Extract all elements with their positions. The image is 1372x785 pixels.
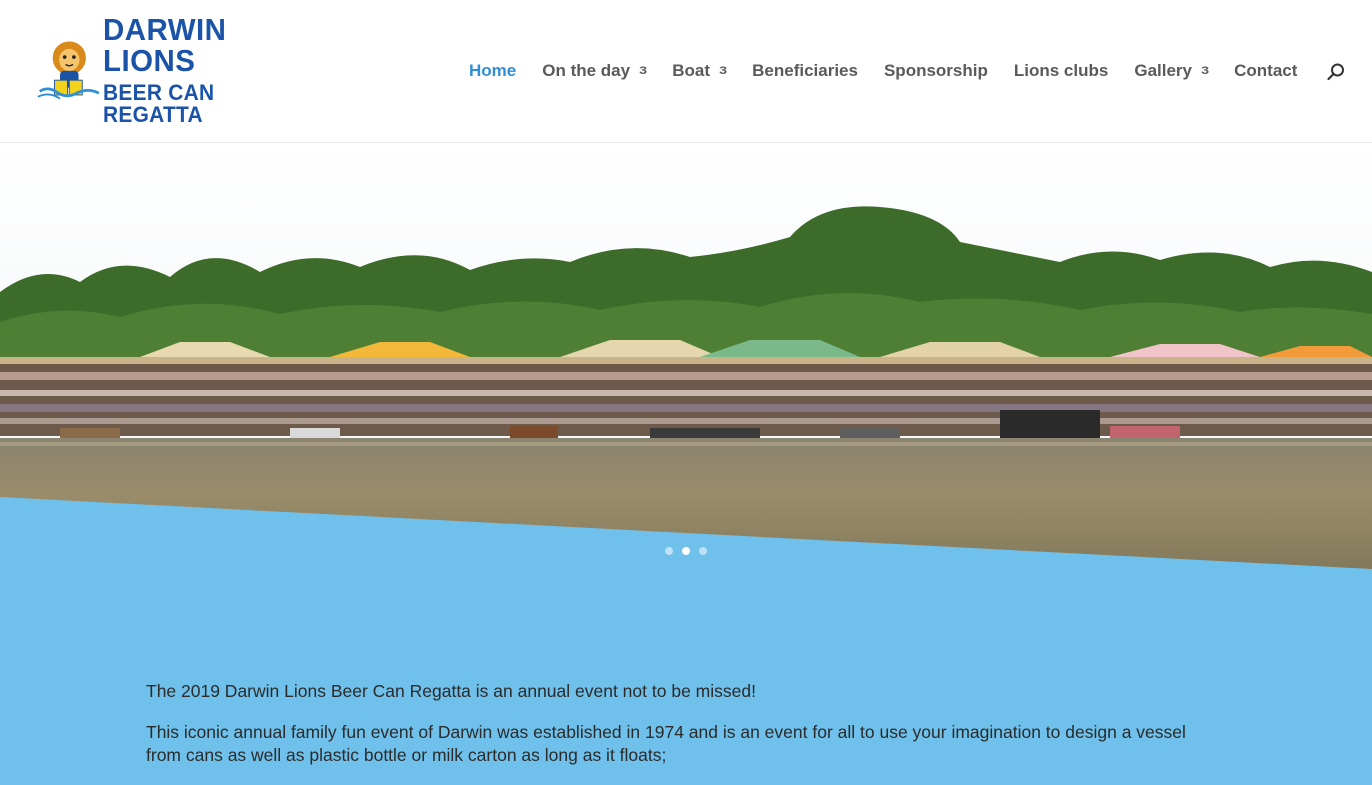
nav-item-label: Boat <box>672 61 710 80</box>
nav-item-sponsorship[interactable]: Sponsorship <box>884 61 988 81</box>
logo-title: DARWIN LIONS <box>102 12 226 78</box>
logo-text: DARWIN LIONS BEER CAN REGATTA <box>103 14 321 126</box>
nav-item-contact[interactable]: Contact <box>1234 61 1297 81</box>
slider-dot[interactable] <box>699 547 707 555</box>
hero-slider[interactable] <box>0 142 1372 582</box>
slider-dot[interactable] <box>665 547 673 555</box>
nav-item-label: On the day <box>542 61 631 80</box>
nav-item-on-the-day[interactable]: On the day 3 <box>542 61 648 81</box>
nav-item-lions-clubs[interactable]: Lions clubs <box>1014 61 1108 81</box>
nav-item-label: Lions clubs <box>1013 61 1109 80</box>
nav-item-boat[interactable]: Boat 3 <box>672 61 728 81</box>
description-paragraph: This iconic annual family fun event of D… <box>146 722 1186 765</box>
search-icon[interactable] <box>1326 62 1346 82</box>
nav-item-label: Beneficiaries <box>752 61 858 80</box>
chevron-down-icon: 3 <box>1201 65 1210 77</box>
chevron-down-icon: 3 <box>719 65 728 77</box>
site-logo[interactable]: DARWIN LIONS BEER CAN REGATTA <box>36 14 321 126</box>
slider-pagination <box>665 547 707 555</box>
nav-item-gallery[interactable]: Gallery 3 <box>1134 61 1210 81</box>
intro-paragraph: The 2019 Darwin Lions Beer Can Regatta i… <box>146 681 756 701</box>
nav-item-label: Home <box>469 61 517 80</box>
nav-item-home[interactable]: Home <box>469 61 516 81</box>
nav-item-label: Sponsorship <box>883 61 988 80</box>
intro-content: The 2019 Darwin Lions Beer Can Regatta i… <box>146 680 1216 785</box>
logo-subtitle: BEER CAN REGATTA <box>102 80 215 127</box>
slider-dot-active[interactable] <box>682 547 690 555</box>
hero-image <box>0 142 1372 582</box>
nav-item-label: Contact <box>1234 61 1298 80</box>
main-nav: Home On the day 3 Boat 3 Beneficiaries S… <box>469 58 1323 84</box>
chevron-down-icon: 3 <box>639 65 648 77</box>
nav-item-beneficiaries[interactable]: Beneficiaries <box>752 61 858 81</box>
lion-logo-icon <box>37 41 100 100</box>
site-header: DARWIN LIONS BEER CAN REGATTA Home On th… <box>0 0 1372 142</box>
nav-item-label: Gallery <box>1134 61 1192 80</box>
